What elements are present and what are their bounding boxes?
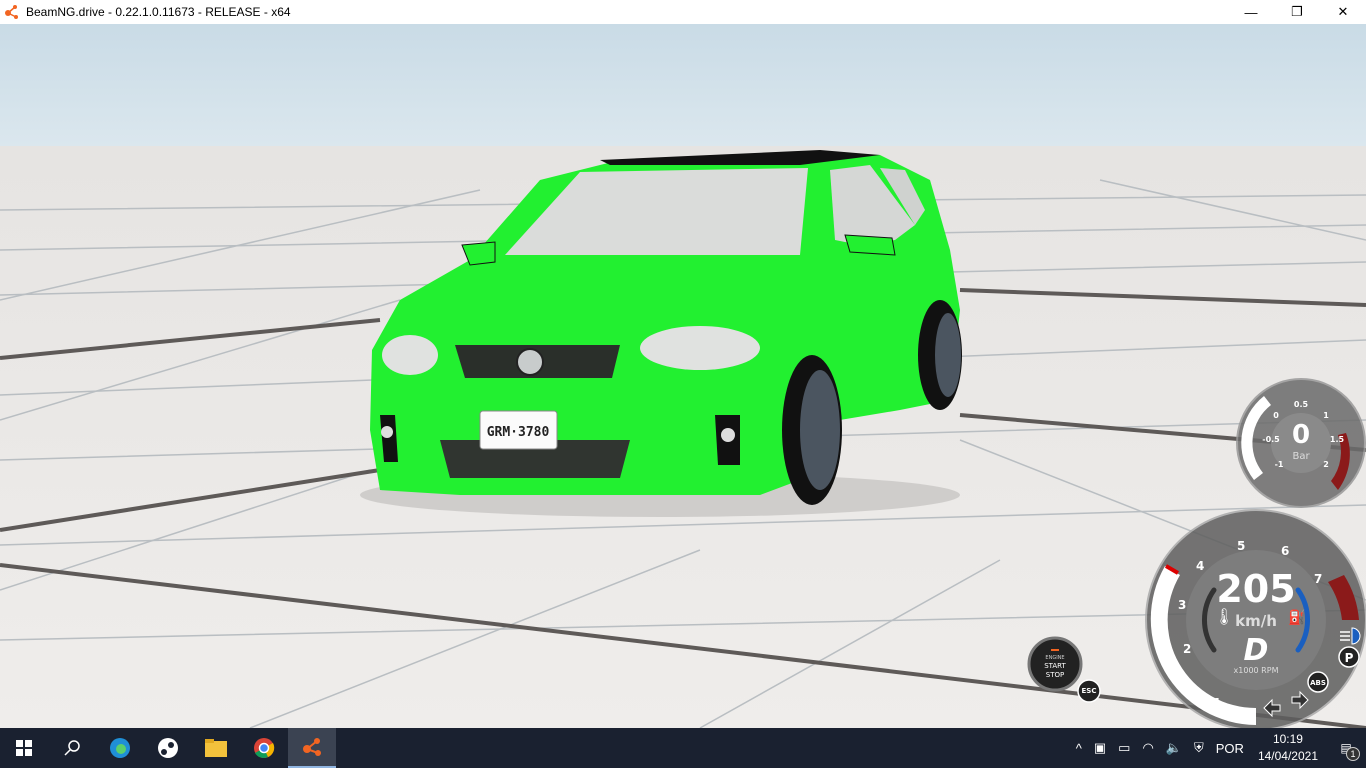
volume-icon[interactable]: 🔈 — [1160, 740, 1188, 756]
beamng-icon — [303, 738, 321, 756]
fuel-icon: ⛽ — [1288, 609, 1305, 626]
battery-icon[interactable]: ▭ — [1112, 740, 1136, 756]
date: 14/04/2021 — [1257, 749, 1318, 763]
svg-text:1: 1 — [1213, 696, 1221, 710]
parking-brake-icon: P — [1338, 646, 1360, 668]
gear-indicator: D — [1244, 633, 1269, 668]
speed-value: 205 — [1216, 567, 1295, 611]
temperature-icon: 🌡 — [1214, 608, 1234, 626]
svg-text:0: 0 — [1273, 411, 1279, 420]
window-title: BeamNG.drive - 0.22.1.0.11673 - RELEASE … — [26, 5, 291, 19]
svg-text:-0.5: -0.5 — [1262, 435, 1280, 444]
wifi-icon[interactable]: ◠ — [1136, 740, 1159, 756]
language-indicator[interactable]: POR — [1210, 741, 1250, 756]
beamng-logo-icon — [5, 5, 18, 19]
license-plate: GRM·3780 — [487, 425, 550, 440]
svg-text:ESC: ESC — [1082, 687, 1097, 695]
taskbar-file-explorer[interactable] — [192, 728, 240, 768]
svg-text:6: 6 — [1281, 544, 1289, 558]
minimize-button[interactable]: — — [1228, 0, 1274, 24]
clock[interactable]: 10:19 14/04/2021 — [1250, 731, 1326, 765]
notification-count: 1 — [1346, 747, 1360, 761]
taskbar: ^ ▣ ▭ ◠ 🔈 ⛨ POR 10:19 14/04/2021 ▤ 1 — [0, 728, 1366, 768]
steam-icon — [158, 738, 178, 758]
search-icon — [64, 740, 80, 756]
svg-text:2: 2 — [1183, 642, 1191, 656]
svg-text:0.5: 0.5 — [1294, 400, 1309, 409]
svg-text:5: 5 — [1237, 539, 1245, 553]
search-button[interactable] — [48, 728, 96, 768]
svg-text:4: 4 — [1196, 559, 1204, 573]
edge-icon — [110, 738, 130, 758]
abs-icon: ABS — [1307, 671, 1329, 693]
speedometer: 205 km/h D x1000 RPM 🌡 ⛽ 1 2 3 4 5 6 7 P… — [1145, 509, 1366, 728]
taskbar-steam[interactable] — [144, 728, 192, 768]
svg-text:7: 7 — [1314, 572, 1322, 586]
svg-text:P: P — [1345, 651, 1354, 665]
svg-text:ENGINE: ENGINE — [1045, 655, 1064, 661]
close-button[interactable]: ✕ — [1320, 0, 1366, 24]
folder-icon — [205, 739, 227, 757]
svg-text:START: START — [1044, 662, 1066, 670]
chrome-icon — [254, 738, 275, 758]
taskbar-beamng[interactable] — [288, 728, 336, 768]
svg-text:1: 1 — [1323, 411, 1329, 420]
time: 10:19 — [1272, 732, 1303, 746]
boost-unit: Bar — [1292, 451, 1310, 462]
security-shield-icon[interactable]: ⛨ — [1188, 740, 1210, 756]
show-hidden-icons[interactable]: ^ — [1070, 741, 1088, 756]
svg-text:3: 3 — [1178, 598, 1186, 612]
svg-text:1.5: 1.5 — [1330, 435, 1345, 444]
meet-now-icon[interactable]: ▣ — [1088, 740, 1112, 756]
game-viewport[interactable]: GRM·3780 0 Bar -1 -0.5 0 0.5 1 1.5 2 205… — [0, 24, 1366, 728]
action-center-button[interactable]: ▤ 1 — [1326, 741, 1366, 761]
title-bar: BeamNG.drive - 0.22.1.0.11673 - RELEASE … — [0, 0, 1366, 24]
svg-text:STOP: STOP — [1046, 671, 1064, 679]
sky — [0, 24, 1366, 146]
engine-start-stop-button[interactable]: ENGINE START STOP — [1027, 636, 1083, 692]
taskbar-chrome[interactable] — [240, 728, 288, 768]
boost-value: 0 — [1292, 420, 1310, 450]
start-button[interactable] — [0, 728, 48, 768]
speed-unit: km/h — [1235, 612, 1277, 630]
boost-gauge: 0 Bar -1 -0.5 0 0.5 1 1.5 2 — [1236, 378, 1366, 508]
svg-text:-1: -1 — [1275, 460, 1284, 469]
taskbar-edge[interactable] — [96, 728, 144, 768]
esc-button[interactable]: ESC — [1077, 679, 1101, 703]
windows-icon — [16, 740, 32, 756]
svg-text:ABS: ABS — [1310, 679, 1326, 687]
maximize-button[interactable]: ❐ — [1274, 0, 1320, 24]
rpm-label: x1000 RPM — [1234, 666, 1279, 675]
svg-text:2: 2 — [1323, 460, 1329, 469]
